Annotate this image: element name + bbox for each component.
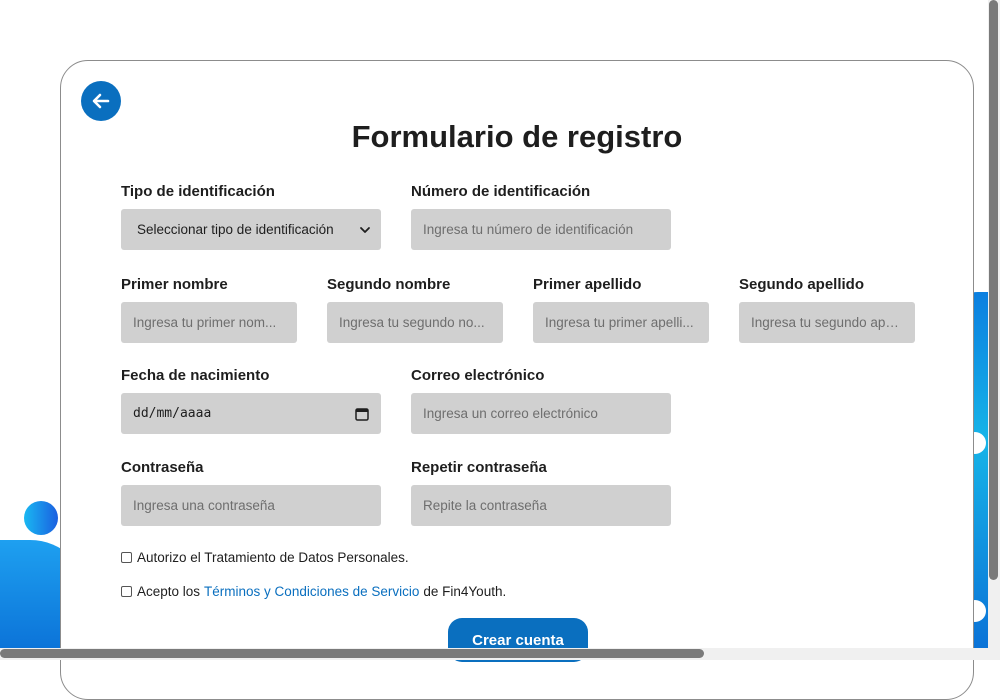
data-consent-row: Autorizo el Tratamiento de Datos Persona… xyxy=(121,550,409,565)
email-input[interactable]: Ingresa un correo electrónico xyxy=(411,393,671,434)
registration-card: Formulario de registro Tipo de identific… xyxy=(60,60,974,700)
first-surname-placeholder: Ingresa tu primer apelli... xyxy=(545,315,694,330)
first-name-label: Primer nombre xyxy=(121,276,228,293)
back-button[interactable] xyxy=(81,81,121,121)
id-type-label: Tipo de identificación xyxy=(121,183,275,200)
terms-link[interactable]: Términos y Condiciones de Servicio xyxy=(204,584,419,599)
calendar-icon[interactable] xyxy=(355,407,369,421)
password-input[interactable]: Ingresa una contraseña xyxy=(121,485,381,526)
data-consent-checkbox[interactable] xyxy=(121,552,132,563)
terms-suffix: de Fin4Youth. xyxy=(423,584,507,599)
second-surname-placeholder: Ingresa tu segundo ape... xyxy=(751,315,903,330)
chevron-down-icon xyxy=(360,226,370,233)
first-name-input[interactable]: Ingresa tu primer nom... xyxy=(121,302,297,343)
second-surname-label: Segundo apellido xyxy=(739,276,865,293)
id-number-placeholder: Ingresa tu número de identificación xyxy=(423,222,634,237)
id-type-select[interactable]: Seleccionar tipo de identificación xyxy=(121,209,381,250)
data-consent-label[interactable]: Autorizo el Tratamiento de Datos Persona… xyxy=(137,550,409,565)
first-surname-label: Primer apellido xyxy=(533,276,642,293)
horizontal-scrollbar[interactable] xyxy=(0,648,1000,660)
birth-date-input[interactable]: dd/mm/aaaa xyxy=(121,393,381,434)
terms-checkbox[interactable] xyxy=(121,586,132,597)
id-number-input[interactable]: Ingresa tu número de identificación xyxy=(411,209,671,250)
second-name-input[interactable]: Ingresa tu segundo no... xyxy=(327,302,503,343)
second-name-placeholder: Ingresa tu segundo no... xyxy=(339,315,485,330)
birth-date-label: Fecha de nacimiento xyxy=(121,367,270,384)
first-surname-input[interactable]: Ingresa tu primer apelli... xyxy=(533,302,709,343)
password-repeat-input[interactable]: Repite la contraseña xyxy=(411,485,671,526)
password-placeholder: Ingresa una contraseña xyxy=(133,498,275,513)
password-repeat-placeholder: Repite la contraseña xyxy=(423,498,547,513)
password-repeat-label: Repetir contraseña xyxy=(411,459,547,476)
horizontal-scrollbar-thumb[interactable] xyxy=(0,649,704,658)
terms-prefix: Acepto los xyxy=(137,584,201,599)
first-name-placeholder: Ingresa tu primer nom... xyxy=(133,315,277,330)
email-placeholder: Ingresa un correo electrónico xyxy=(423,406,598,421)
decorative-blob-left xyxy=(24,501,58,535)
page-title: Formulario de registro xyxy=(351,119,683,154)
birth-date-value: dd/mm/aaaa xyxy=(133,406,212,421)
vertical-scrollbar[interactable] xyxy=(988,0,1000,648)
id-number-label: Número de identificación xyxy=(411,183,591,200)
second-name-label: Segundo nombre xyxy=(327,276,451,293)
vertical-scrollbar-thumb[interactable] xyxy=(989,0,998,580)
terms-row: Acepto los Términos y Condiciones de Ser… xyxy=(121,584,506,599)
email-label: Correo electrónico xyxy=(411,367,545,384)
password-label: Contraseña xyxy=(121,459,204,476)
second-surname-input[interactable]: Ingresa tu segundo ape... xyxy=(739,302,915,343)
id-type-selected-value: Seleccionar tipo de identificación xyxy=(137,222,334,237)
arrow-left-icon xyxy=(92,93,110,109)
